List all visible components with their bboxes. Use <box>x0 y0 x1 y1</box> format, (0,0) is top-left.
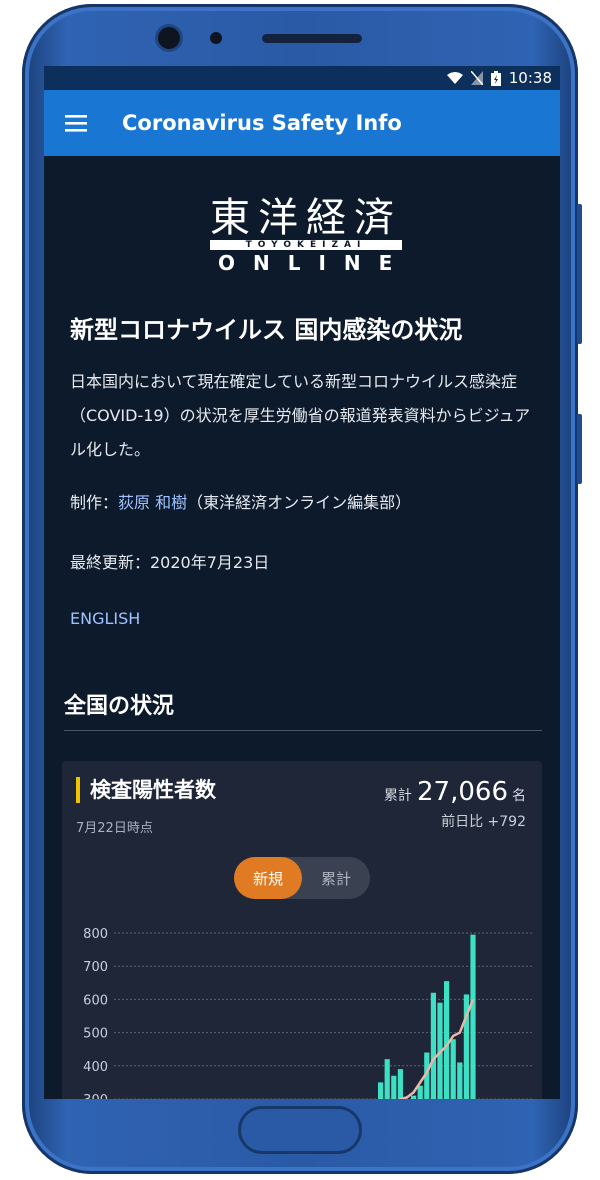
cellular-icon <box>470 71 483 85</box>
total-value: 27,066 <box>417 777 508 807</box>
screen: 10:38 Coronavirus Safety Info 東洋経済 TOYOK… <box>44 66 560 1099</box>
page-title: 新型コロナウイルス 国内感染の状況 <box>70 316 463 344</box>
volume-button <box>577 204 582 344</box>
author-suffix: （東洋経済オンライン編集部） <box>187 493 412 512</box>
y-tick-label: 500 <box>83 1027 108 1042</box>
bar[interactable] <box>384 1059 390 1099</box>
author-prefix: 制作： <box>70 493 119 512</box>
bar[interactable] <box>411 1095 417 1099</box>
card-date: 7月22日時点 <box>76 821 153 836</box>
toyokeizai-logo[interactable]: 東洋経済 TOYOKEIZAI ONLINE <box>206 196 406 276</box>
status-bar: 10:38 <box>44 66 560 90</box>
page-description: 日本国内において現在確定している新型コロナウイルス感染症（COVID-19）の状… <box>70 372 531 459</box>
bar[interactable] <box>417 1085 423 1099</box>
logo-kanji: 東洋経済 <box>210 195 402 241</box>
app-title: Coronavirus Safety Info <box>122 111 402 135</box>
bar[interactable] <box>457 1062 463 1099</box>
new-cumulative-toggle: 新規 累計 <box>234 857 370 899</box>
wifi-icon <box>446 72 463 84</box>
proximity-sensor <box>210 32 222 44</box>
menu-button[interactable] <box>44 90 108 156</box>
y-tick-label: 300 <box>83 1093 108 1099</box>
clock: 10:38 <box>508 69 552 87</box>
bar[interactable] <box>430 992 436 1099</box>
bar[interactable] <box>444 981 450 1099</box>
bar[interactable] <box>450 1039 456 1099</box>
bar[interactable] <box>470 934 476 1099</box>
logo-bar-text: TOYOKEIZAI <box>210 240 402 250</box>
author-link[interactable]: 荻原 和樹 <box>118 493 187 512</box>
logo-online: ONLINE <box>218 251 411 275</box>
bar[interactable] <box>397 1069 403 1099</box>
app-bar: Coronavirus Safety Info <box>44 90 560 156</box>
bar[interactable] <box>378 1082 384 1099</box>
y-tick-label: 400 <box>83 1060 108 1075</box>
battery-icon <box>490 70 501 86</box>
daily-diff: 前日比 +792 <box>441 814 526 830</box>
total-label: 累計 <box>383 788 412 804</box>
positive-cases-card: 検査陽性者数 累計 27,066 名 7月22日時点 前日比 +792 新規 累計… <box>62 761 542 1099</box>
earpiece-speaker <box>262 34 362 43</box>
total-count: 累計 27,066 名 <box>384 777 526 807</box>
daily-cases-chart: 800 700 600 500 400 300 <box>83 927 532 1099</box>
author-line: 制作：荻原 和樹（東洋経済オンライン編集部） <box>70 489 542 513</box>
card-title: 検査陽性者数 <box>76 777 216 803</box>
y-tick-label: 800 <box>83 927 108 942</box>
y-tick-label: 700 <box>83 960 108 975</box>
home-button[interactable] <box>238 1106 362 1154</box>
section-title: 全国の状況 <box>64 688 542 731</box>
toggle-cumulative[interactable]: 累計 <box>302 857 370 899</box>
content: 東洋経済 TOYOKEIZAI ONLINE 新型コロナウイルス 国内感染の状況… <box>44 196 560 1099</box>
toggle-new[interactable]: 新規 <box>234 857 302 899</box>
power-button <box>577 414 582 484</box>
last-updated: 最終更新：2020年7月23日 <box>70 553 270 572</box>
y-tick-label: 600 <box>83 993 108 1008</box>
hamburger-menu-icon <box>65 115 87 132</box>
english-link[interactable]: ENGLISH <box>70 609 542 628</box>
front-camera <box>158 27 180 49</box>
total-unit: 名 <box>512 788 526 804</box>
bar[interactable] <box>391 1075 397 1099</box>
